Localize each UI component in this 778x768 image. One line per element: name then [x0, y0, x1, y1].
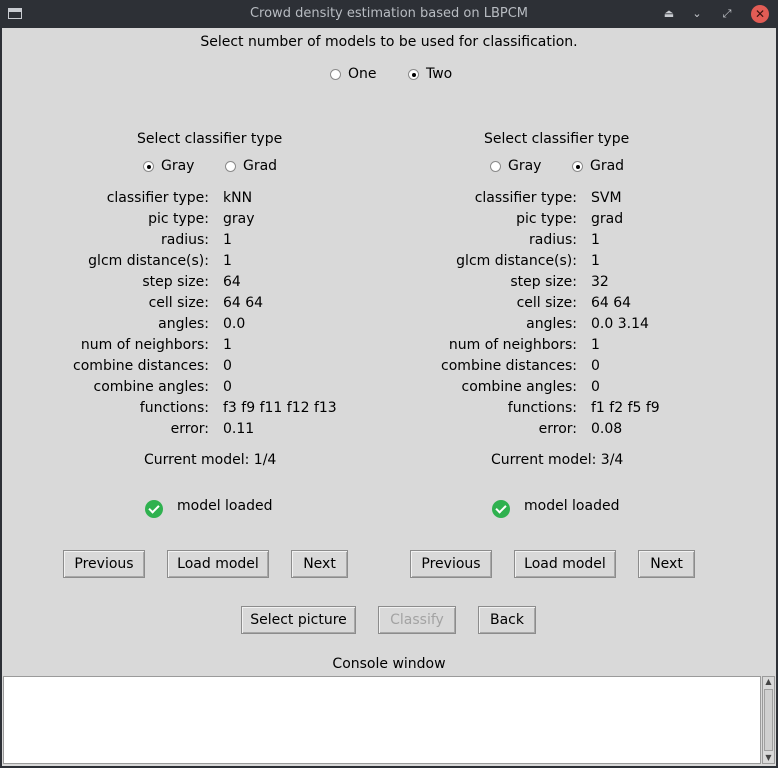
maximize-icon[interactable]: ⤢: [718, 5, 736, 23]
next-button[interactable]: Next: [291, 550, 348, 578]
current-model: Current model: 1/4: [144, 452, 277, 468]
param-value: 1: [591, 253, 600, 269]
check-icon: [492, 500, 510, 518]
param-value: 0.0 3.14: [591, 316, 649, 332]
param-value: 0: [223, 358, 232, 374]
radio-one[interactable]: [330, 69, 341, 80]
radio-two[interactable]: [408, 69, 419, 80]
scroll-down-icon[interactable]: ▼: [764, 753, 773, 763]
model-status: model loaded: [524, 498, 620, 514]
back-button[interactable]: Back: [478, 606, 536, 634]
param-value: gray: [223, 211, 255, 227]
previous-button[interactable]: Previous: [410, 550, 492, 578]
radio-gray[interactable]: [490, 161, 501, 172]
param-value: kNN: [223, 190, 253, 206]
param-label: glcm distance(s):: [456, 253, 577, 269]
param-value: 1: [223, 253, 232, 269]
param-label: classifier type:: [474, 190, 577, 206]
title-bar[interactable]: Crowd density estimation based on LBPCM …: [0, 0, 778, 28]
param-value: f1 f2 f5 f9: [591, 400, 660, 416]
radio-gray-label[interactable]: Gray: [508, 158, 541, 174]
param-label: error:: [170, 421, 209, 437]
param-value: 0: [591, 379, 600, 395]
param-value: 1: [223, 337, 232, 353]
param-value: 1: [591, 232, 600, 248]
previous-button[interactable]: Previous: [63, 550, 145, 578]
scrollbar-thumb[interactable]: [764, 689, 773, 751]
param-value: f3 f9 f11 f12 f13: [223, 400, 337, 416]
param-label: num of neighbors:: [448, 337, 577, 353]
radio-grad-label[interactable]: Grad: [590, 158, 624, 174]
param-label: step size:: [142, 274, 209, 290]
param-label: pic type:: [516, 211, 577, 227]
console-label: Console window: [332, 656, 446, 672]
radio-gray[interactable]: [143, 161, 154, 172]
classify-button[interactable]: Classify: [378, 606, 456, 634]
param-label: radius:: [161, 232, 209, 248]
param-value: 1: [223, 232, 232, 248]
param-value: 0.0: [223, 316, 246, 332]
select-picture-button[interactable]: Select picture: [241, 606, 356, 634]
param-label: num of neighbors:: [80, 337, 209, 353]
scroll-up-icon[interactable]: ▲: [764, 677, 773, 687]
classifier-heading: Select classifier type: [137, 131, 283, 147]
close-icon[interactable]: ✕: [751, 5, 769, 23]
console-scrollbar[interactable]: ▲ ▼: [762, 676, 775, 764]
param-label: angles:: [158, 316, 209, 332]
param-label: angles:: [526, 316, 577, 332]
param-value: 32: [591, 274, 609, 290]
radio-grad-label[interactable]: Grad: [243, 158, 277, 174]
param-value: SVM: [591, 190, 622, 206]
radio-gray-label[interactable]: Gray: [161, 158, 194, 174]
check-icon: [145, 500, 163, 518]
models-prompt: Select number of models to be used for c…: [200, 34, 578, 50]
radio-grad[interactable]: [225, 161, 236, 172]
param-label: glcm distance(s):: [88, 253, 209, 269]
param-value: 1: [591, 337, 600, 353]
model-status: model loaded: [177, 498, 273, 514]
app-window: Crowd density estimation based on LBPCM …: [0, 0, 778, 768]
param-value: 64 64: [591, 295, 632, 311]
load-model-button[interactable]: Load model: [167, 550, 269, 578]
param-value: 0.08: [591, 421, 623, 437]
radio-grad[interactable]: [572, 161, 583, 172]
param-label: radius:: [529, 232, 577, 248]
param-value: 64: [223, 274, 241, 290]
param-label: step size:: [510, 274, 577, 290]
param-label: pic type:: [148, 211, 209, 227]
param-value: 0: [591, 358, 600, 374]
load-model-button[interactable]: Load model: [514, 550, 616, 578]
param-label: classifier type:: [106, 190, 209, 206]
window-border: [0, 28, 2, 768]
param-value: 0.11: [223, 421, 255, 437]
param-label: cell size:: [516, 295, 577, 311]
param-value: 64 64: [223, 295, 264, 311]
radio-one-label[interactable]: One: [348, 66, 377, 82]
param-label: error:: [538, 421, 577, 437]
radio-two-label[interactable]: Two: [426, 66, 452, 82]
current-model: Current model: 3/4: [491, 452, 624, 468]
next-button[interactable]: Next: [638, 550, 695, 578]
param-label: functions:: [507, 400, 577, 416]
param-label: cell size:: [148, 295, 209, 311]
param-label: combine angles:: [461, 379, 577, 395]
classifier-heading: Select classifier type: [484, 131, 630, 147]
console-textarea[interactable]: [3, 676, 761, 764]
param-label: combine distances:: [73, 358, 209, 374]
param-label: combine angles:: [93, 379, 209, 395]
minimize-icon[interactable]: ⌄: [688, 5, 706, 23]
param-value: grad: [591, 211, 624, 227]
param-label: combine distances:: [441, 358, 577, 374]
param-label: functions:: [139, 400, 209, 416]
shade-icon[interactable]: ⏏: [660, 5, 678, 23]
param-value: 0: [223, 379, 232, 395]
